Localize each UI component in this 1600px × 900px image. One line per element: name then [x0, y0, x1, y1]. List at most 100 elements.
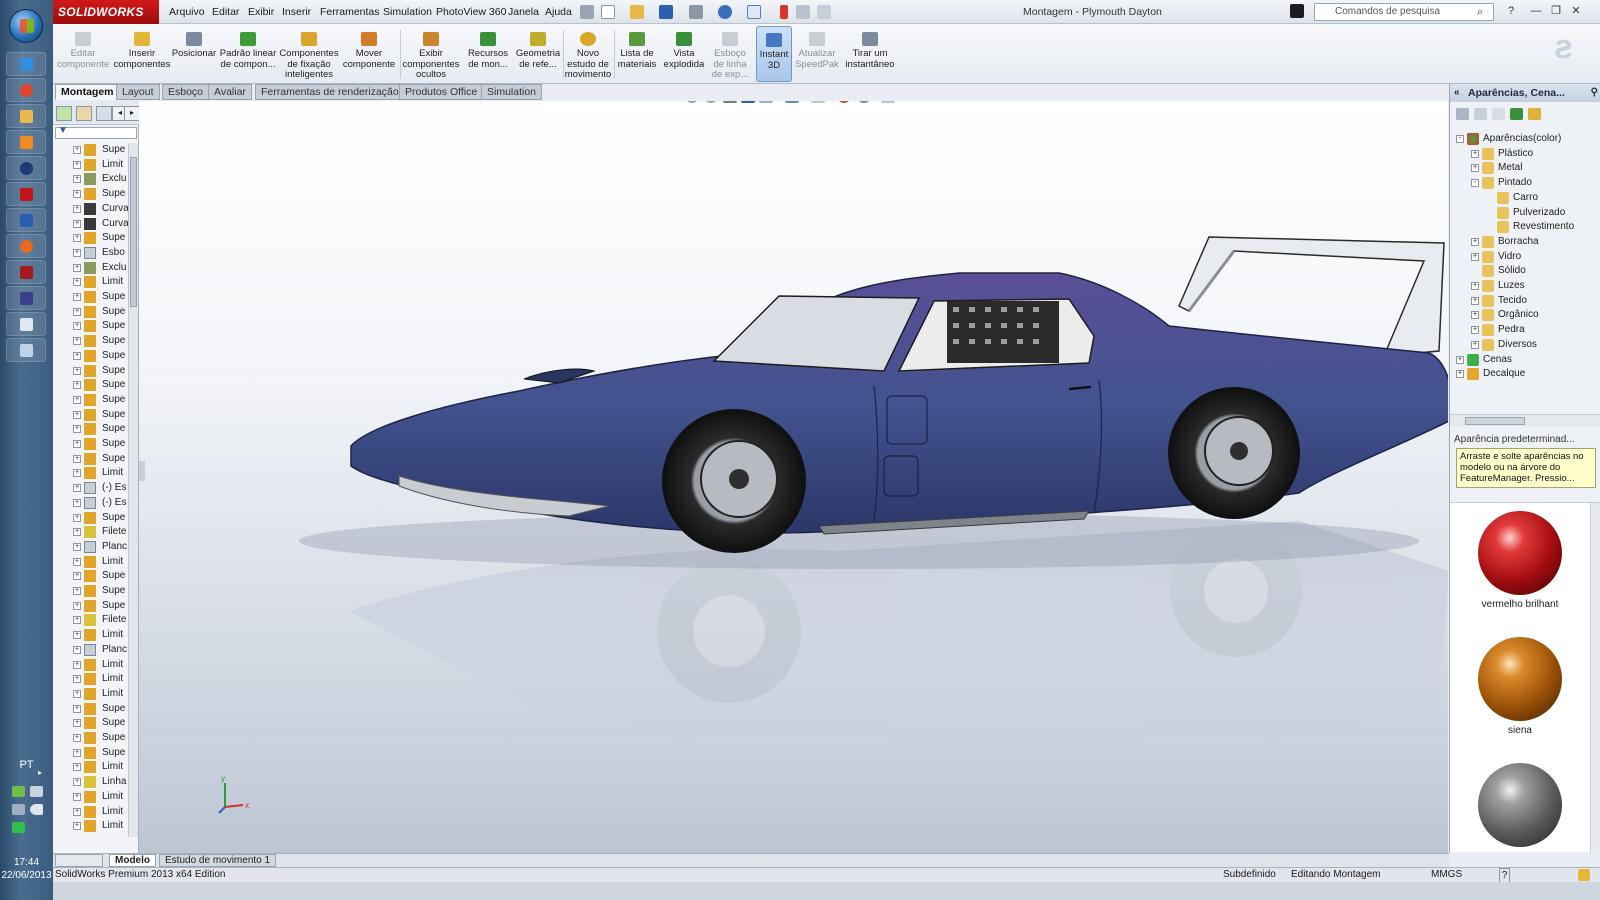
geometria-referencia-button[interactable]: Geometria de refe... [513, 26, 563, 82]
expand-toggle-icon[interactable]: + [1471, 149, 1479, 158]
tray-check-icon[interactable] [12, 822, 25, 833]
expand-toggle-icon[interactable]: + [73, 528, 81, 537]
select-cursor-icon[interactable] [747, 5, 761, 19]
taskbar-app-chrome[interactable] [6, 78, 46, 102]
tree-item[interactable]: + Supe [53, 319, 129, 333]
expand-toggle-icon[interactable]: + [73, 190, 81, 199]
expand-toggle-icon[interactable]: + [73, 719, 81, 728]
expand-toggle-icon[interactable]: + [73, 293, 81, 301]
expand-toggle-icon[interactable]: + [1456, 355, 1464, 364]
expand-toggle-icon[interactable]: + [73, 425, 81, 434]
expand-toggle-icon[interactable]: + [73, 748, 81, 757]
taskbar-app-solidworks[interactable] [6, 182, 46, 206]
tree-item[interactable]: + Planc [53, 540, 129, 554]
expand-toggle-icon[interactable]: + [73, 219, 81, 228]
new-document-icon[interactable] [601, 5, 615, 19]
expand-toggle-icon[interactable]: + [1471, 326, 1479, 335]
tab-scroll-right-icon[interactable]: ▸ [124, 106, 140, 121]
expand-toggle-icon[interactable]: + [1471, 164, 1479, 173]
tab-avaliar[interactable]: Avaliar [208, 84, 252, 100]
expand-toggle-icon[interactable]: + [73, 587, 81, 595]
tab-estudo-movimento[interactable]: Estudo de movimento 1 [159, 854, 277, 867]
expand-toggle-icon[interactable]: + [73, 513, 81, 522]
solidworks-logo[interactable]: SOLIDWORKS [53, 0, 159, 24]
tree-item[interactable]: + Limit [53, 466, 129, 480]
command-prompt-icon[interactable] [1290, 4, 1304, 18]
lista-materiais-button[interactable]: Lista de materiais [615, 26, 659, 82]
taskbar-app-firefox[interactable] [6, 234, 46, 258]
menu-ajuda[interactable]: Ajuda [545, 0, 572, 24]
tray-network-icon[interactable] [12, 786, 25, 797]
expand-toggle-icon[interactable]: + [73, 204, 81, 213]
pane-pin-icon[interactable]: ⚲ [1591, 84, 1598, 102]
expand-toggle-icon[interactable]: + [73, 410, 81, 419]
tree-item[interactable]: + (-) Es [53, 481, 129, 495]
expand-toggle-icon[interactable]: + [73, 366, 81, 375]
posicionar-button[interactable]: Posicionar [171, 26, 217, 82]
tab-produtos-office[interactable]: Produtos Office [399, 84, 484, 100]
taskbar-app-aftereffects[interactable] [6, 286, 46, 310]
menu-arquivo[interactable]: Arquivo [169, 0, 205, 24]
expand-toggle-icon[interactable]: + [73, 248, 81, 257]
taskbar-app-window[interactable] [6, 338, 46, 362]
search-icon[interactable]: ⌕ [1477, 6, 1483, 19]
language-indicator[interactable]: PT [0, 759, 53, 771]
back-icon[interactable] [1456, 108, 1469, 120]
expand-toggle-icon[interactable]: + [73, 498, 81, 507]
tree-item[interactable]: + Supe [53, 511, 129, 525]
menu-inserir[interactable]: Inserir [282, 0, 311, 24]
tab-montagem[interactable]: Montagem [55, 84, 120, 100]
expand-toggle-icon[interactable]: + [73, 557, 81, 566]
tray-expand-icon[interactable]: ▸ [38, 768, 42, 777]
novo-estudo-movimento-button[interactable]: Novo estudo de movimento [564, 26, 612, 82]
expand-toggle-icon[interactable]: + [73, 704, 81, 713]
expand-toggle-icon[interactable]: + [73, 146, 81, 154]
swatch-vermelho-brilhante[interactable] [1478, 511, 1562, 595]
expand-toggle-icon[interactable]: + [73, 807, 81, 816]
expand-toggle-icon[interactable]: + [73, 601, 81, 610]
tree-item[interactable]: + Supe [53, 187, 129, 201]
save-icon[interactable] [659, 5, 673, 19]
close-button[interactable]: ✕ [1568, 4, 1584, 19]
file-properties-icon[interactable] [796, 5, 810, 19]
tree-item[interactable]: + Supe [53, 334, 129, 348]
recursos-montagem-button[interactable]: Recursos de mon... [463, 26, 513, 82]
tree-item[interactable]: + Supe [53, 349, 129, 363]
tree-item[interactable]: + Supe [53, 143, 129, 157]
graphics-area[interactable]: ⧉ ⧉ – ❐ ✕ [139, 101, 1448, 853]
esboco-linha-explosao-button[interactable]: Esboço de linha de exp... [707, 26, 753, 82]
expand-toggle-icon[interactable]: + [1471, 252, 1479, 261]
tree-item[interactable]: + Limit [53, 819, 129, 833]
tree-item[interactable]: + Curva [53, 202, 129, 216]
tree-scroll-thumb[interactable] [130, 157, 137, 307]
feature-manager-tab-icon[interactable] [56, 106, 72, 121]
expand-toggle-icon[interactable]: - [1456, 135, 1464, 143]
expand-toggle-icon[interactable]: + [73, 381, 81, 390]
mover-componente-button[interactable]: Mover componente [341, 26, 397, 82]
taskbar-app-player[interactable] [6, 156, 46, 180]
tree-item[interactable]: + Exclu [53, 172, 129, 186]
tree-item[interactable]: + Limit [53, 672, 129, 686]
tree-item[interactable]: + Supe [53, 364, 129, 378]
car-model[interactable]: y x [139, 101, 1448, 853]
configuration-tab-icon[interactable] [96, 106, 112, 121]
expand-toggle-icon[interactable]: + [73, 542, 81, 551]
exibir-componentes-ocultos-button[interactable]: Exibir componentes ocultos [401, 26, 461, 82]
expand-toggle-icon[interactable]: + [1471, 340, 1479, 349]
expand-toggle-icon[interactable]: + [73, 675, 81, 684]
tab-ferramentas-renderizacao[interactable]: Ferramentas de renderização [255, 84, 405, 100]
componentes-fixacao-button[interactable]: Componentes de fixação inteligentes [279, 26, 339, 82]
tree-item[interactable]: + Supe [53, 702, 129, 716]
menu-editar[interactable]: Editar [212, 0, 239, 24]
command-search-input[interactable]: Comandos de pesquisa [1314, 3, 1494, 21]
tirar-instantaneo-button[interactable]: Tirar um instantâneo [842, 26, 898, 82]
tree-item[interactable]: + Limit [53, 275, 129, 289]
expand-toggle-icon[interactable]: + [73, 484, 81, 493]
start-button[interactable] [9, 9, 43, 43]
axis-triad[interactable]: y x [218, 774, 249, 814]
tree-item[interactable]: + Planc [53, 643, 129, 657]
tree-item[interactable]: + Supe [53, 716, 129, 730]
home-icon[interactable] [1492, 108, 1505, 120]
help-icon[interactable]: ? [1503, 4, 1519, 19]
taskbar-clock[interactable]: 17:44 22/06/2013 [0, 856, 53, 882]
